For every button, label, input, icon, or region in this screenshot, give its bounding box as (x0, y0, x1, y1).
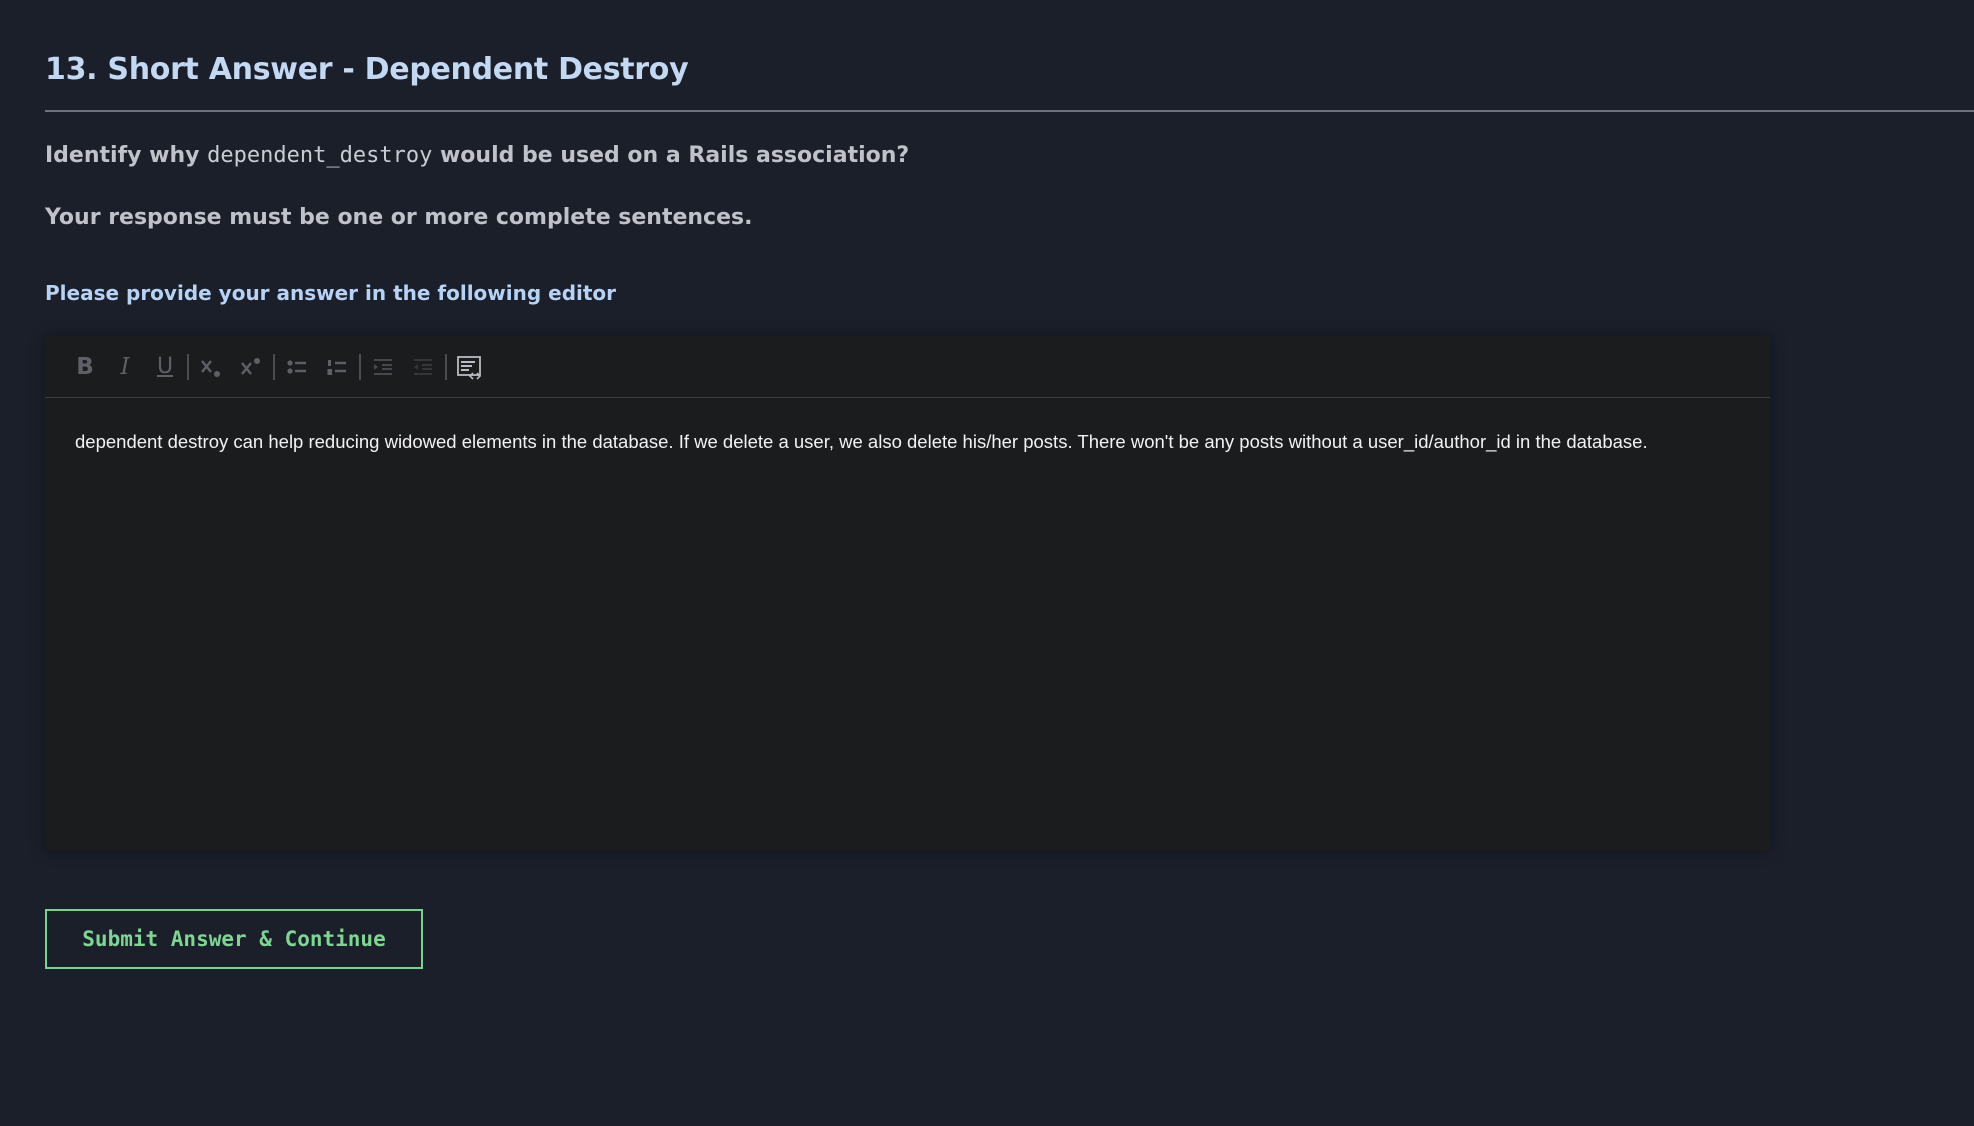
editor-prompt: Please provide your answer in the follow… (45, 281, 617, 305)
superscript-button[interactable] (231, 347, 271, 387)
rich-text-editor: B I U dependent destroy can help reducin… (45, 336, 1770, 851)
subscript-button[interactable] (191, 347, 231, 387)
question-suffix: would be used on a Rails association? (432, 143, 910, 168)
bold-icon: B (76, 353, 94, 380)
question-prefix: Identify why (45, 143, 208, 168)
toolbar-separator (187, 353, 189, 380)
outdent-button[interactable] (403, 347, 443, 387)
question-text: Identify why dependent_destroy would be … (45, 143, 909, 168)
indent-button[interactable] (363, 347, 403, 387)
source-code-button[interactable] (449, 347, 489, 387)
italic-icon: I (120, 353, 130, 380)
toolbar-separator (445, 353, 447, 380)
numbered-list-button[interactable] (317, 347, 357, 387)
subscript-icon (201, 359, 220, 377)
toolbar-separator (359, 353, 361, 380)
bulleted-list-button[interactable] (277, 347, 317, 387)
bulleted-list-icon (287, 359, 306, 374)
superscript-icon (241, 357, 260, 375)
page-title: 13. Short Answer - Dependent Destroy (45, 52, 689, 87)
underline-icon: U (156, 354, 174, 379)
editor-content[interactable]: dependent destroy can help reducing wido… (45, 398, 1770, 486)
editor-toolbar: B I U (45, 336, 1770, 398)
toolbar-separator (273, 353, 275, 380)
underline-button[interactable]: U (145, 347, 185, 387)
bold-button[interactable]: B (65, 347, 105, 387)
indent-icon (374, 358, 392, 375)
numbered-list-icon (327, 359, 346, 375)
outdent-icon (414, 358, 432, 375)
italic-button[interactable]: I (105, 347, 145, 387)
submit-answer-button[interactable]: Submit Answer & Continue (45, 909, 423, 969)
question-code: dependent_destroy (207, 143, 433, 168)
response-requirement: Your response must be one or more comple… (45, 205, 753, 230)
title-divider (45, 110, 1974, 112)
source-code-icon (457, 355, 482, 380)
page: 13. Short Answer - Dependent Destroy Ide… (0, 0, 1974, 1126)
